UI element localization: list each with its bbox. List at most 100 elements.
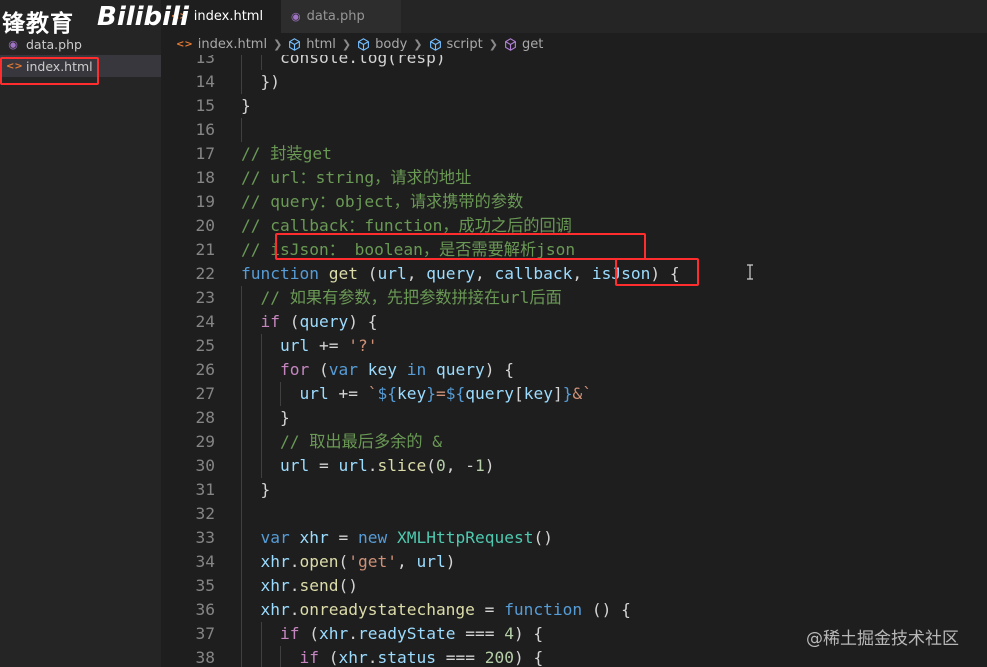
line-number: 20 [195,216,216,235]
code-text: url += '?' [241,334,377,358]
code-line[interactable]: 33 var xhr = new XMLHttpRequest() [161,526,987,550]
sidebar-item-label: data.php [26,36,82,52]
code-token: } [426,384,436,403]
line-number: 31 [195,480,216,499]
code-line[interactable]: 16 [161,118,987,142]
code-token: } [241,408,290,427]
code-token: ( [299,624,319,643]
code-text: url = url.slice(0, -1) [241,454,494,478]
annotation-box-index-html [0,57,99,85]
code-token: key [367,360,397,379]
code-line[interactable]: 18 // url：string，请求的地址 [161,166,987,190]
code-line[interactable]: 27 url += `${key}=${query[key]}&` [161,382,987,406]
code-token: get [328,264,358,283]
breadcrumb-item-script[interactable]: script [429,37,483,52]
breadcrumb-item-body[interactable]: body [357,37,407,52]
code-token: xhr [260,600,290,619]
code-token: xhr [260,552,290,571]
code-text: xhr.send() [241,574,358,598]
code-line[interactable]: 22 function get (url, query, callback, is… [161,262,987,286]
ibeam-cursor-icon [747,264,753,280]
logo-text: 锋教育 [2,11,74,37]
html-brackets-icon: <> [176,38,193,50]
breadcrumb: <> index.html ❯ html ❯ body ❯ script ❯ g… [176,33,543,55]
breadcrumb-item-get[interactable]: get [504,37,543,52]
code-line[interactable]: 23 // 如果有参数，先把参数拼接在url后面 [161,286,987,310]
code-line[interactable]: 14 }) [161,70,987,94]
code-token: xhr [318,624,349,643]
code-line[interactable]: 28 } [161,406,987,430]
code-token: = [309,456,339,475]
code-line[interactable]: 17 // 封装get [161,142,987,166]
symbol-cube-icon [429,37,441,51]
code-token: ( [426,456,436,475]
code-token: // url：string，请求的地址 [241,168,472,187]
code-token: 0 [435,456,446,475]
code-line[interactable]: 13 console.log(resp) [161,55,987,70]
tab-data-php[interactable]: ◉ data.php [281,0,401,33]
code-line[interactable]: 35 xhr.send() [161,574,987,598]
code-line[interactable]: 19 // query：object，请求携带的参数 [161,190,987,214]
code-token: new [358,528,388,547]
code-text: for (var key in query) { [241,358,514,382]
code-token: '?' [348,336,378,355]
code-line[interactable]: 38 if (xhr.status === 200) { [161,646,987,667]
code-token: xhr [338,648,368,667]
code-line[interactable]: 26 for (var key in query) { [161,358,987,382]
annotation-box-isjson-param [615,258,699,286]
code-text: function get (url, query, callback, isJs… [241,262,680,286]
code-line[interactable]: 32 [161,502,987,526]
code-line[interactable]: 36 xhr.onreadystatechange = function () … [161,598,987,622]
code-token: status [377,648,436,667]
code-token: 200 [484,648,514,667]
code-editor[interactable]: 13 console.log(resp) 14 }) 15} 16 17// 封装get… [161,55,987,667]
code-text: if (xhr.status === 200) { [241,646,543,667]
breadcrumb-item-file[interactable]: <> index.html [176,37,267,52]
code-line[interactable]: 31 } [161,478,987,502]
line-number: 38 [195,648,216,667]
code-token: xhr [260,576,290,595]
breadcrumb-item-html[interactable]: html [288,37,336,52]
line-number: 37 [195,624,216,643]
code-token: ( [280,312,300,331]
code-line[interactable]: 34 xhr.open('get', url) [161,550,987,574]
code-token: query [435,360,485,379]
code-token: url [416,552,446,571]
chevron-right-icon: ❯ [488,37,498,51]
symbol-method-cube-icon [505,37,516,51]
code-line[interactable]: 29 // 取出最后多余的 & [161,430,987,454]
code-text: if (xhr.readyState === 4) { [241,622,543,646]
chevron-right-icon: ❯ [413,37,423,51]
code-line[interactable]: 24 if (query) { [161,310,987,334]
code-token: , [396,552,417,571]
code-line[interactable]: 30 url = url.slice(0, -1) [161,454,987,478]
code-token: url [377,264,407,283]
code-text: }) [241,70,280,94]
code-line[interactable]: 25 url += '?' [161,334,987,358]
code-token: ( [318,648,339,667]
code-token: slice [377,456,427,475]
code-line[interactable]: 15} [161,94,987,118]
code-token: // query：object，请求携带的参数 [241,192,524,211]
line-number: 24 [195,312,216,331]
code-token: url [279,336,310,355]
line-number: 30 [195,456,216,475]
code-token: ( [309,360,329,379]
code-token: in [406,360,427,379]
code-token: XMLHttpRequest [397,528,534,547]
code-token: open [299,552,339,571]
line-number: 35 [195,576,216,595]
code-text: console.log(resp) [241,55,446,70]
code-token: , [572,264,592,283]
code-token: function [504,600,583,619]
symbol-cube-icon [358,37,370,51]
code-token: for [279,360,310,379]
code-token: if [299,648,319,667]
code-token: readyState [357,624,456,643]
